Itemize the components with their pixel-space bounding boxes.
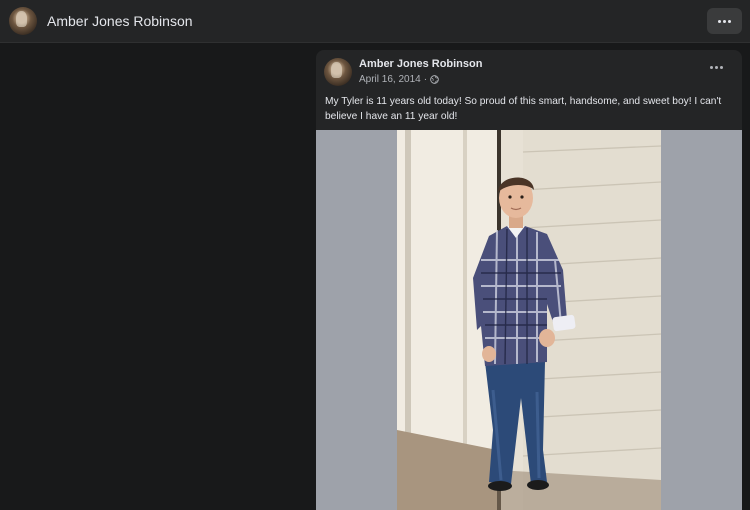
post-text: My Tyler is 11 years old today! So proud…	[325, 96, 722, 122]
profile-name[interactable]: Amber Jones Robinson	[47, 13, 193, 29]
profile-avatar[interactable]	[9, 7, 37, 35]
post-meta: April 16, 2014 ·	[359, 74, 439, 85]
post-date[interactable]: April 16, 2014	[359, 74, 421, 85]
more-horizontal-icon	[718, 19, 731, 23]
post-card: Amber Jones Robinson April 16, 2014 · My…	[316, 50, 742, 510]
photo-image	[397, 130, 661, 510]
more-options-button[interactable]	[707, 8, 742, 34]
post-author-avatar[interactable]	[324, 58, 352, 86]
post-photo[interactable]	[397, 130, 661, 510]
meta-separator: ·	[423, 74, 428, 85]
post-author-name[interactable]: Amber Jones Robinson	[359, 58, 482, 70]
post-menu-button[interactable]	[710, 66, 723, 69]
globe-icon[interactable]	[430, 75, 439, 84]
top-bar: Amber Jones Robinson	[0, 0, 750, 43]
photo-container[interactable]	[316, 130, 742, 510]
